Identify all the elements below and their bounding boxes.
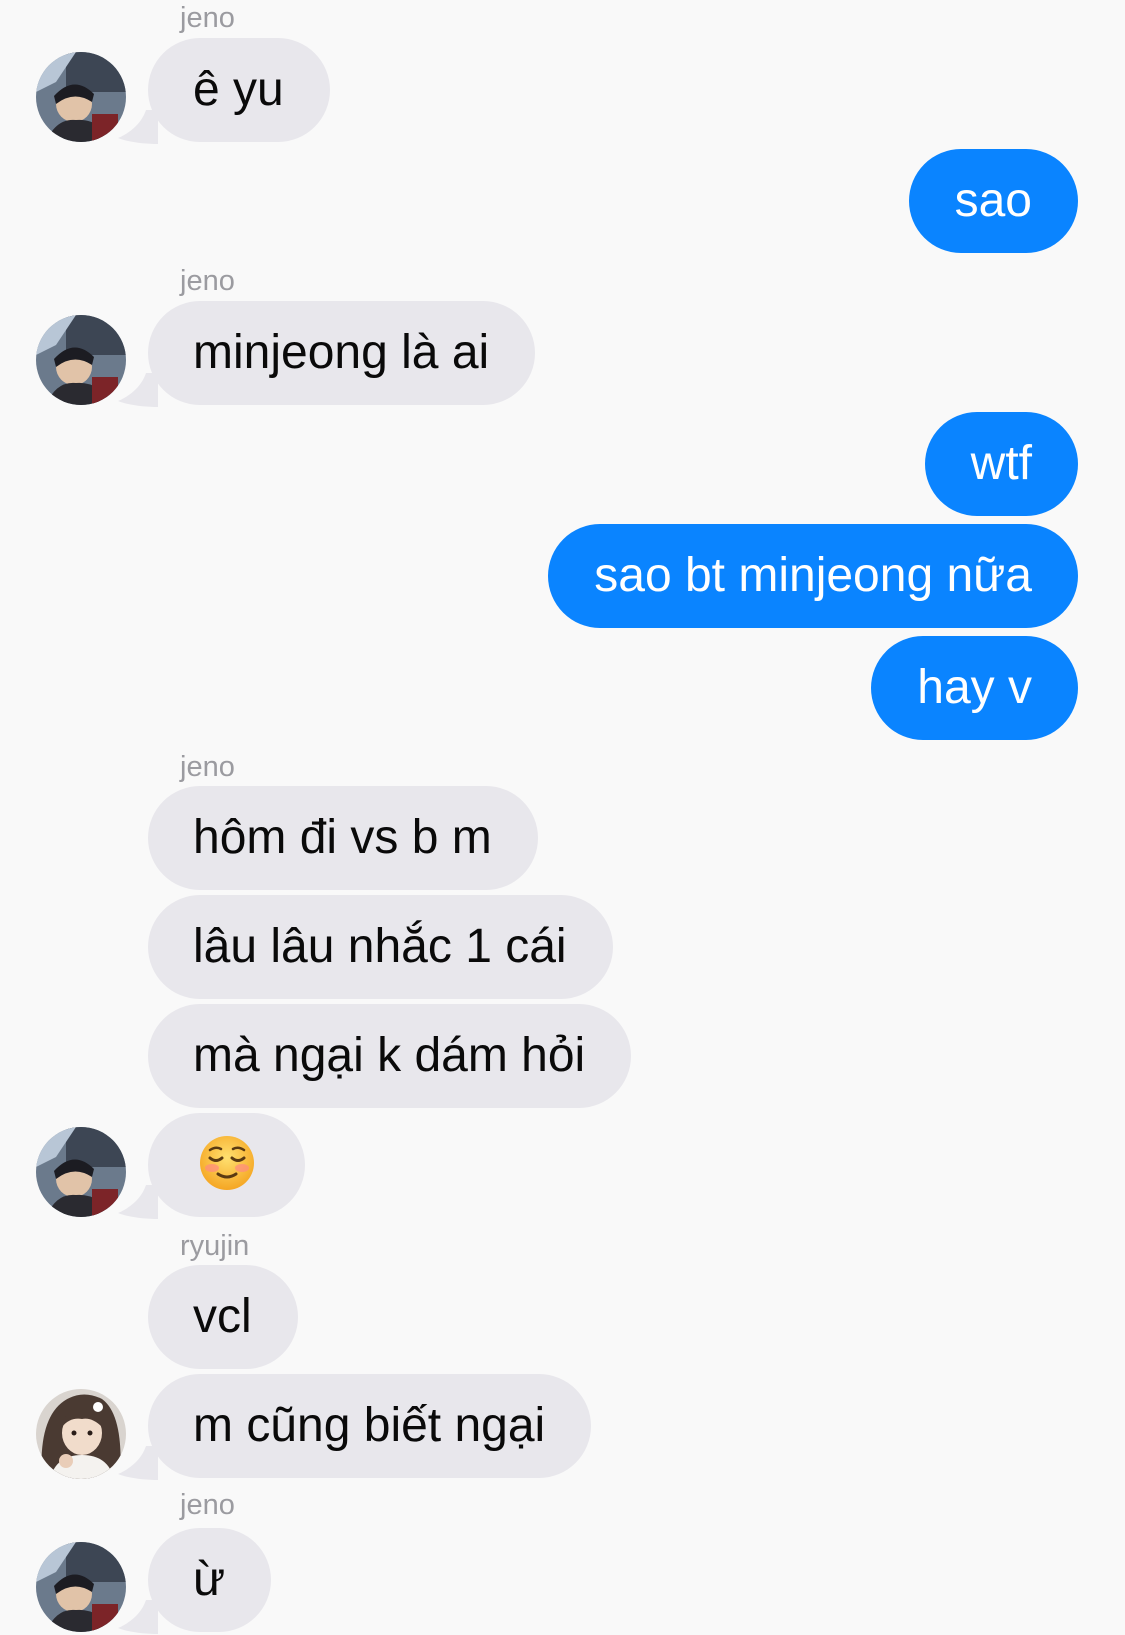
incoming-message[interactable]: minjeong là ai <box>148 301 536 405</box>
sender-name-jeno: jeno <box>180 1489 235 1521</box>
outgoing-message[interactable]: wtf <box>924 412 1078 516</box>
avatar-jeno[interactable] <box>36 315 126 405</box>
incoming-message[interactable]: lâu lâu nhắc 1 cái <box>148 895 613 999</box>
incoming-message[interactable]: vcl <box>148 1265 298 1369</box>
incoming-message[interactable]: ừ <box>148 1528 272 1632</box>
bubble-tail <box>118 373 158 407</box>
incoming-message[interactable]: m cũng biết ngại <box>148 1374 592 1478</box>
outgoing-message[interactable]: hay v <box>871 636 1078 740</box>
sender-name-ryujin: ryujin <box>180 1230 250 1262</box>
bubble-tail <box>118 1600 158 1634</box>
avatar-ryujin[interactable] <box>36 1389 126 1479</box>
incoming-emoji-message[interactable] <box>148 1113 305 1217</box>
sender-name-jeno: jeno <box>180 2 235 34</box>
bubble-tail <box>118 1185 158 1219</box>
incoming-message[interactable]: ê yu <box>148 38 330 142</box>
incoming-message[interactable]: hôm đi vs b m <box>148 786 538 890</box>
avatar-jeno[interactable] <box>36 1127 126 1217</box>
avatar-jeno[interactable] <box>36 52 126 142</box>
outgoing-message[interactable]: sao bt minjeong nữa <box>548 524 1078 628</box>
outgoing-message[interactable]: sao <box>908 149 1078 253</box>
incoming-message[interactable]: mà ngại k dám hỏi <box>148 1004 632 1108</box>
smiling-face-icon <box>199 1136 254 1191</box>
bubble-tail <box>118 1446 158 1480</box>
sender-name-jeno: jeno <box>180 265 235 297</box>
avatar-jeno[interactable] <box>36 1542 126 1632</box>
sender-name-jeno: jeno <box>180 751 235 783</box>
bubble-tail <box>118 110 158 144</box>
